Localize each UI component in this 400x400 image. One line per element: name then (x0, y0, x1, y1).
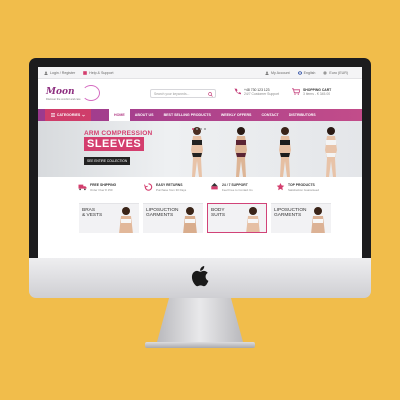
currency-select[interactable]: Euro (EUR) (323, 71, 348, 75)
currency-label: Euro (EUR) (329, 70, 348, 75)
slider-dot[interactable] (200, 128, 202, 130)
cart-icon (292, 88, 300, 95)
chevron-down-icon (82, 114, 86, 116)
category-tile-label: LIPOSUCTION GARMENTS (146, 208, 179, 218)
site-header: Moon Discover the comfort and care Searc… (38, 79, 362, 109)
category-model-image (311, 207, 325, 233)
account-icon (265, 71, 269, 75)
slider-dot[interactable] (196, 128, 198, 130)
imac-monitor: Login / Register Help & Support My Accou… (29, 58, 371, 358)
shopping-cart[interactable]: SHOPPING CART 3 items - € 345.00 (292, 88, 331, 97)
phone-sub: 24/7 Customer Support (244, 92, 280, 97)
category-model-image (246, 207, 260, 232)
monitor-bezel: Login / Register Help & Support My Accou… (29, 58, 371, 258)
slider-dot[interactable] (204, 128, 206, 130)
category-tiles: BRAS & VESTS LIPOSUCTION GARMENTS BODY SUI… (38, 203, 362, 233)
login-label: Login / Register (50, 70, 76, 75)
apple-logo-icon (191, 266, 209, 287)
website-screen: Login / Register Help & Support My Accou… (38, 67, 362, 258)
help-icon (83, 70, 87, 75)
currency-icon (323, 70, 328, 75)
model-image (325, 127, 337, 177)
categories-menu-button[interactable]: CATEGORIES (45, 109, 91, 121)
account-link[interactable]: My Account (265, 71, 290, 75)
logo-tagline: Discover the comfort and care (46, 97, 81, 101)
feature-item: EASY RETURNS Purchase from 30 Days (144, 183, 210, 203)
support-icon (211, 183, 218, 190)
hero-title-line2: SLEEVES (84, 137, 145, 151)
return-icon (144, 183, 153, 191)
slider-dot[interactable] (192, 128, 194, 130)
top-bar: Login / Register Help & Support My Accou… (38, 67, 362, 79)
nav-item-best-selling-products[interactable]: BEST SELLING PRODUCTS (159, 109, 216, 121)
nav-item-about-us[interactable]: ABOUT US (130, 109, 159, 121)
truck-icon (78, 184, 87, 191)
feature-title: TOP PRODUCTS (288, 183, 315, 187)
account-label: My Account (271, 70, 290, 75)
feature-subtitle: Order Over € 150 (90, 187, 113, 192)
category-tile[interactable]: BODY SUITS (207, 203, 267, 233)
login-link[interactable]: Login / Register (44, 71, 75, 75)
feature-item: TOP PRODUCTS Satisfaction Guaranteed (276, 183, 342, 203)
feature-item: FREE SHIPPING Order Over € 150 (78, 183, 144, 203)
hero-title-line1: ARM COMPRESSION (84, 130, 153, 137)
category-tile-label: BRAS & VESTS (82, 208, 103, 218)
user-icon (44, 71, 48, 75)
category-tile[interactable]: BRAS & VESTS (79, 203, 139, 233)
category-tile[interactable]: LIPOSUCTION GARMENTS (271, 203, 331, 233)
main-nav: CATEGORIES HOME ABOUT US BEST SELLING PROD… (38, 109, 362, 121)
nav-item-contact[interactable]: CONTACT (256, 109, 283, 121)
phone-icon (234, 88, 241, 95)
feature-title: FREE SHIPPING (90, 183, 117, 187)
slider-dots (192, 128, 206, 130)
category-tile-label: BODY SUITS (211, 208, 226, 218)
monitor-chin (29, 258, 371, 298)
language-label: English (303, 70, 316, 75)
nav-item-distributors[interactable]: DISTRIBUTORS (284, 109, 321, 121)
see-collection-button[interactable]: SEE ENTIRE COLLECTION (84, 157, 131, 165)
model-image (235, 127, 247, 177)
feature-subtitle: Purchase from 30 Days (156, 187, 187, 192)
language-select[interactable]: English (297, 70, 316, 75)
feature-item: 24 / 7 SUPPORT Feel Free to Contact Us (210, 183, 276, 203)
help-label: Help & Support (89, 70, 114, 75)
star-icon (276, 183, 285, 191)
search-icon[interactable] (208, 91, 213, 97)
feature-subtitle: Feel Free to Contact Us (222, 187, 253, 192)
menu-icon (50, 113, 55, 117)
category-model-image (119, 207, 133, 233)
feature-title: EASY RETURNS (156, 183, 183, 187)
flag-icon (297, 70, 302, 75)
nav-item-home[interactable]: HOME (109, 109, 130, 121)
help-link[interactable]: Help & Support (83, 70, 114, 75)
model-image (191, 127, 203, 177)
category-tile[interactable]: LIPOSUCTION GARMENTS (143, 203, 203, 233)
nav-item-weekly-offers[interactable]: WEEKLY OFFERS (216, 109, 257, 121)
search-input[interactable]: Search your keywords... (150, 89, 216, 98)
logo-swirl-icon (82, 85, 100, 101)
nav-items: HOME ABOUT US BEST SELLING PRODUCTS WEEKLY … (109, 109, 321, 121)
features-row: FREE SHIPPING Order Over € 150 EASY RETURN… (38, 177, 362, 203)
feature-title: 24 / 7 SUPPORT (222, 183, 248, 187)
monitor-stand (157, 298, 243, 342)
phone-number: +48 730 123 123 (244, 88, 270, 92)
category-tile-label: LIPOSUCTION GARMENTS (274, 208, 307, 218)
monitor-stand-base (145, 342, 255, 348)
cart-title: SHOPPING CART (303, 88, 332, 92)
category-model-image (183, 207, 197, 233)
search-placeholder: Search your keywords... (154, 91, 190, 96)
model-image (279, 127, 291, 177)
categories-label: CATEGORIES (56, 113, 81, 117)
phone-contact[interactable]: +48 730 123 123 24/7 Customer Support (234, 88, 279, 97)
cart-summary: 3 items - € 345.00 (303, 92, 331, 97)
feature-subtitle: Satisfaction Guaranteed (288, 187, 320, 192)
